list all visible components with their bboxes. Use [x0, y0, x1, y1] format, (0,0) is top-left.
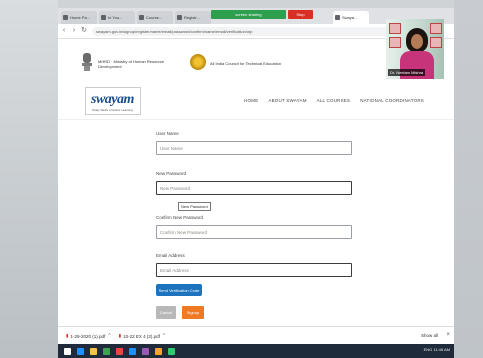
tab-swayam[interactable]: Swaya...: [333, 11, 369, 24]
favicon-icon: [101, 15, 106, 20]
send-verification-code-button[interactable]: Send Verification Code: [156, 284, 202, 296]
cancel-button[interactable]: Cancel: [156, 306, 176, 319]
main-menu: HOME ABOUT SWAYAM ALL COURSES NATIONAL C…: [244, 98, 424, 103]
confirm-password-label: Confirm New Password: [156, 215, 204, 220]
menu-about[interactable]: ABOUT SWAYAM: [268, 98, 306, 103]
signup-button[interactable]: Signup: [182, 306, 204, 319]
menu-home[interactable]: HOME: [244, 98, 258, 103]
reload-icon[interactable]: ↻: [80, 27, 88, 35]
taskbar-app-icon[interactable]: [129, 347, 136, 355]
aicte-logo-icon: [190, 54, 206, 70]
forward-icon[interactable]: ›: [70, 27, 78, 35]
tab-course[interactable]: Course...: [137, 11, 173, 24]
chevron-up-icon[interactable]: ^: [163, 333, 165, 339]
favicon-icon: [335, 15, 340, 20]
chevron-up-icon[interactable]: ^: [108, 333, 110, 339]
taskbar-app-icon[interactable]: [77, 347, 84, 355]
download-item[interactable]: ▮ 10-22 EX 4 (2).pdf ^: [119, 333, 166, 339]
email-label: Email Address: [156, 253, 185, 258]
wall-poster: [430, 37, 442, 48]
taskbar-app-icon[interactable]: [103, 347, 110, 355]
tab-in-you[interactable]: In You...: [99, 11, 135, 24]
close-icon[interactable]: ×: [446, 332, 450, 338]
webcam-nametag: Dr. Neelam Mishra: [388, 69, 426, 76]
swayam-logo-text: swayam: [91, 92, 134, 107]
downloads-bar: ▮ 1-29-2020 (1).pdf ^ ▮ 10-22 EX 4 (2).pdf ^…: [58, 326, 454, 345]
stop-sharing-button[interactable]: Stop: [288, 10, 313, 19]
taskbar-app-icon[interactable]: [155, 347, 162, 355]
download-item[interactable]: ▮ 1-29-2020 (1).pdf ^: [66, 333, 111, 339]
taskbar-app-icon[interactable]: [168, 347, 175, 355]
pdf-icon: ▮: [118, 333, 122, 338]
taskbar-app-icon[interactable]: [116, 347, 123, 355]
confirm-password-field[interactable]: Confirm New Password: [156, 225, 352, 239]
browser-window: Home Pa... In You... Course... Registr..…: [58, 8, 454, 358]
site-navbar: swayam Study Webs of Active Learning HOM…: [58, 83, 454, 120]
screen-share-banner: screen sharing: [211, 10, 286, 19]
menu-all-courses[interactable]: ALL COURSES: [317, 98, 351, 103]
favicon-icon: [63, 15, 68, 20]
tab-registration[interactable]: Registr...: [175, 11, 211, 24]
aicte-text: All India Council for Technical Educatio…: [210, 61, 282, 66]
start-icon[interactable]: [64, 347, 71, 355]
email-field[interactable]: Email Address: [156, 263, 352, 277]
desktop-background-right: [454, 0, 483, 358]
desktop-background-left: [0, 0, 58, 358]
mhrd-text: MHRD · Ministry of Human Resource Develo…: [98, 59, 165, 69]
favicon-icon: [177, 15, 182, 20]
wall-poster: [389, 23, 401, 34]
username-field[interactable]: User Name: [156, 141, 352, 155]
wall-poster: [430, 23, 442, 34]
favicon-icon: [139, 15, 144, 20]
wall-poster: [389, 37, 401, 48]
swayam-logo[interactable]: swayam Study Webs of Active Learning: [85, 87, 141, 115]
person-face: [411, 34, 423, 49]
username-label: User Name: [156, 131, 179, 136]
national-emblem-icon: [82, 53, 92, 71]
show-all-downloads-link[interactable]: Show all: [421, 333, 438, 338]
taskbar-app-icon[interactable]: [90, 347, 97, 355]
back-icon[interactable]: ‹: [60, 27, 68, 35]
tab-home[interactable]: Home Pa...: [61, 11, 97, 24]
url-input[interactable]: swayam.gov.in/signup/register/name/email…: [92, 26, 392, 36]
swayam-logo-subtitle: Study Webs of Active Learning: [92, 108, 133, 112]
password-tooltip: New Password: [178, 202, 211, 211]
windows-taskbar: ENG 11:48 AM: [58, 344, 454, 358]
password-field[interactable]: New Password: [156, 181, 352, 195]
taskbar-app-icon[interactable]: [142, 347, 149, 355]
password-label: New Password: [156, 171, 187, 176]
system-tray-clock: ENG 11:48 AM: [423, 347, 450, 352]
webcam-overlay: Dr. Neelam Mishra: [386, 19, 444, 79]
menu-national-coordinators[interactable]: NATIONAL COORDINATORS: [360, 98, 424, 103]
pdf-icon: ▮: [66, 333, 69, 338]
